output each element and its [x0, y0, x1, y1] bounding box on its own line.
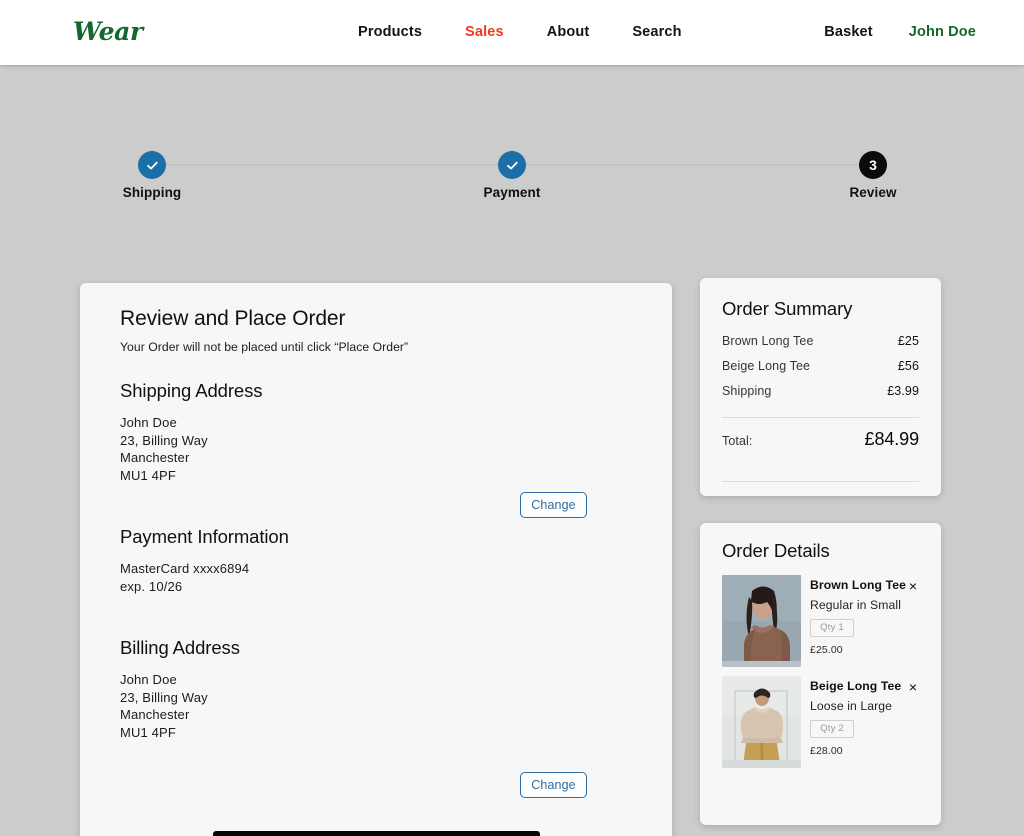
- product-thumbnail-beige-long-tee[interactable]: [722, 676, 801, 768]
- stepper-step-review[interactable]: 3 Review: [818, 151, 928, 200]
- billing-address-heading: Billing Address: [120, 637, 240, 658]
- checkout-stepper: Shipping Payment 3 Review: [0, 65, 1024, 200]
- shipping-address-line: Manchester: [120, 450, 190, 465]
- summary-row-label: Beige Long Tee: [722, 359, 811, 373]
- account-nav: Basket John Doe: [824, 24, 976, 40]
- page-title: Review and Place Order: [120, 307, 346, 330]
- shipping-address-heading: Shipping Address: [120, 380, 263, 401]
- stepper-label-shipping: Shipping: [122, 185, 182, 200]
- shipping-address-section: Shipping Address John Doe 23, Billing Wa…: [120, 380, 632, 518]
- order-item-row: Beige Long Tee Loose in Large Qty 2 £28.…: [722, 676, 921, 768]
- nav-link-about[interactable]: About: [547, 24, 590, 40]
- summary-row-label: Brown Long Tee: [722, 334, 814, 348]
- payment-information-heading: Payment Information: [120, 526, 289, 547]
- review-and-place-order-panel: Review and Place Order Your Order will n…: [80, 283, 672, 836]
- summary-row-value: £3.99: [887, 384, 919, 398]
- order-total-row: Total: £84.99: [722, 418, 919, 462]
- order-item-quantity-stepper[interactable]: Qty 2: [810, 720, 854, 738]
- shipping-address-line: 23, Billing Way: [120, 432, 208, 448]
- summary-row: Brown Long Tee £25: [722, 334, 919, 348]
- billing-address-line: MU1 4PF: [120, 724, 176, 740]
- primary-nav: Products Sales About Search: [358, 24, 682, 40]
- step-complete-icon-shipping: [138, 151, 166, 179]
- step-complete-icon-payment: [498, 151, 526, 179]
- summary-divider-bottom: [722, 481, 919, 482]
- stepper-label-payment: Payment: [483, 185, 541, 200]
- billing-address-block: John Doe 23, Billing Way Manchester MU1 …: [120, 671, 632, 741]
- nav-link-products[interactable]: Products: [358, 24, 422, 40]
- summary-row-value: £25: [897, 334, 919, 348]
- summary-row-label: Shipping: [722, 384, 772, 398]
- top-navigation-bar: Wear Products Sales About Search Basket …: [0, 0, 1024, 65]
- order-total-label: Total:: [722, 434, 753, 448]
- nav-link-account[interactable]: John Doe: [909, 24, 976, 40]
- brand-logo[interactable]: Wear: [73, 17, 143, 46]
- billing-address-line: John Doe: [120, 672, 177, 687]
- order-item-price: £25.00: [810, 644, 843, 656]
- shipping-address-line: John Doe: [120, 415, 177, 430]
- step-number-review: 3: [869, 157, 877, 173]
- order-item-variant: Regular in Small: [810, 598, 902, 612]
- product-thumbnail-brown-long-tee[interactable]: [722, 575, 801, 667]
- change-payment-information-button[interactable]: Change: [520, 772, 587, 798]
- stepper-label-review: Review: [849, 185, 897, 200]
- summary-row: Shipping £3.99: [722, 384, 919, 398]
- order-item-row: Brown Long Tee Regular in Small Qty 1 £2…: [722, 575, 921, 667]
- order-summary-heading: Order Summary: [722, 298, 853, 319]
- stepper-step-payment[interactable]: Payment: [457, 151, 567, 200]
- step-number-badge-review: 3: [859, 151, 887, 179]
- nav-link-sales[interactable]: Sales: [465, 24, 504, 40]
- nav-link-basket[interactable]: Basket: [824, 24, 872, 40]
- shipping-address-line: MU1 4PF: [120, 467, 176, 483]
- order-item-quantity-stepper[interactable]: Qty 1: [810, 619, 854, 637]
- order-note: Your Order will not be placed until clic…: [120, 340, 409, 354]
- summary-row: Beige Long Tee £56: [722, 359, 919, 373]
- order-item-price: £28.00: [810, 745, 843, 757]
- order-summary-rows: Brown Long Tee £25 Beige Long Tee £56 Sh…: [722, 334, 919, 398]
- order-total-value: £84.99: [864, 429, 920, 449]
- payment-card-number: MasterCard xxxx6894: [120, 561, 250, 576]
- change-shipping-address-button[interactable]: Change: [520, 492, 587, 518]
- payment-information-block: MasterCard xxxx6894 exp. 10/26: [120, 560, 632, 595]
- order-details-heading: Order Details: [722, 540, 830, 561]
- payment-card-expiry: exp. 10/26: [120, 578, 183, 594]
- stepper-step-shipping[interactable]: Shipping: [97, 151, 207, 200]
- order-details-panel: Order Details Brown Long Tee Regular in …: [700, 523, 941, 825]
- place-order-button[interactable]: Place Order: [213, 831, 540, 836]
- billing-address-line: Manchester: [120, 707, 190, 722]
- order-summary-panel: Order Summary Brown Long Tee £25 Beige L…: [700, 278, 941, 496]
- billing-address-line: 23, Billing Way: [120, 689, 208, 705]
- payment-information-section: Payment Information MasterCard xxxx6894 …: [120, 526, 632, 798]
- remove-item-button[interactable]: ×: [905, 679, 921, 695]
- nav-link-search[interactable]: Search: [632, 24, 681, 40]
- order-item-variant: Loose in Large: [810, 699, 893, 713]
- summary-row-value: £56: [897, 359, 919, 373]
- order-details-list: Brown Long Tee Regular in Small Qty 1 £2…: [722, 575, 921, 768]
- shipping-address-block: John Doe 23, Billing Way Manchester MU1 …: [120, 414, 632, 484]
- remove-item-button[interactable]: ×: [905, 578, 921, 594]
- billing-address-section: Billing Address John Doe 23, Billing Way…: [120, 637, 632, 741]
